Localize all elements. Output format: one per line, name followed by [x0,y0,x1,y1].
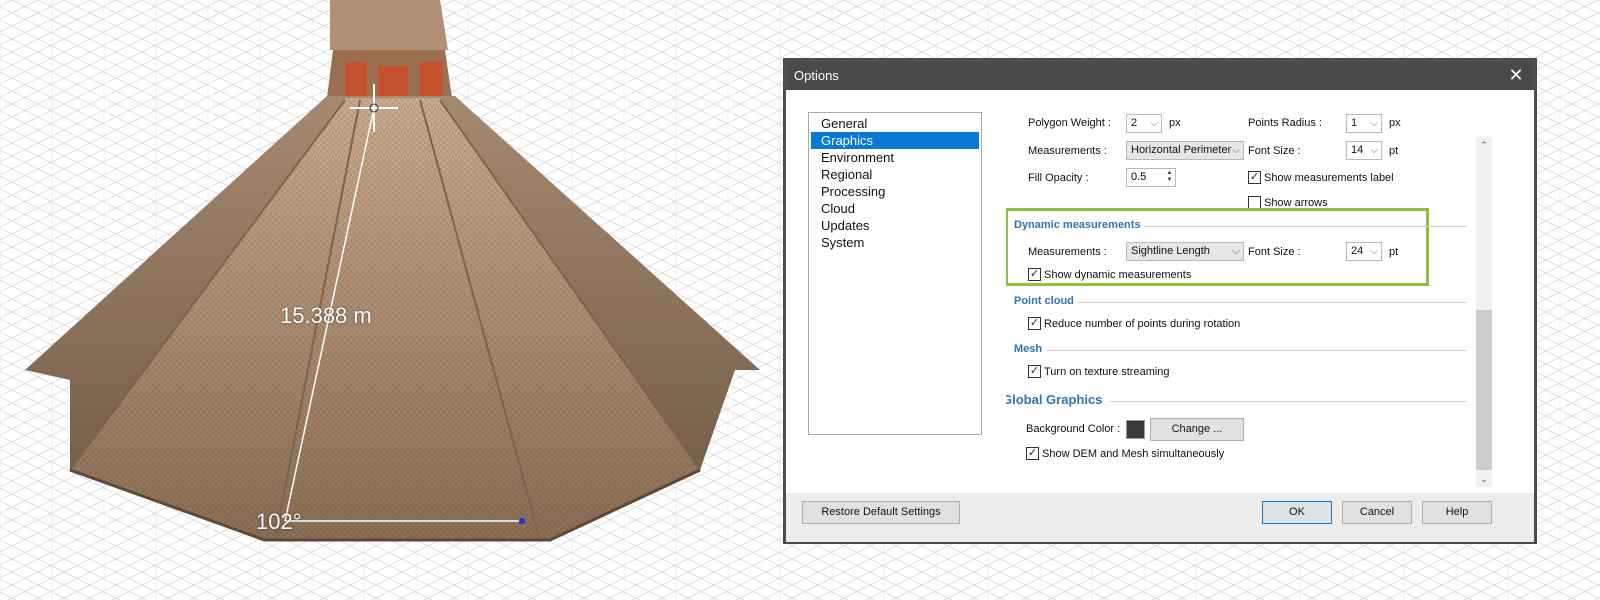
dynamic-measurements-select[interactable]: Sightline Length ⌵ [1126,242,1244,261]
show-dynamic-measurements-checkbox[interactable]: ✓ [1028,268,1041,281]
fill-opacity-value: 0.5 [1131,171,1147,183]
vent [378,66,408,98]
points-radius-select[interactable]: 1 ⌵ [1346,114,1382,133]
measure-point[interactable] [519,518,525,524]
chevron-down-icon: ⌵ [1370,145,1378,156]
dialog-title: Options [794,68,839,83]
reduce-points-text: Reduce number of points during rotation [1044,318,1241,330]
dynamic-font-size-select[interactable]: 24 ⌵ [1346,242,1382,261]
polygon-weight-value: 2 [1131,117,1138,129]
scroll-down-icon[interactable]: ⌄ [1476,471,1492,487]
nav-item-cloud[interactable]: Cloud [811,200,979,217]
ok-button[interactable]: OK [1262,501,1332,524]
polygon-font-size-label: Font Size : [1248,145,1301,157]
texture-streaming-text: Turn on texture streaming [1044,366,1170,378]
points-radius-label: Points Radius : [1248,117,1322,129]
points-radius-value: 1 [1351,117,1358,129]
nav-item-general[interactable]: General [811,115,979,132]
chevron-down-icon: ⌵ [1150,118,1158,129]
texture-streaming-checkbox[interactable]: ✓ [1028,365,1041,378]
dialog-content: General Graphics Environment Regional Proces… [786,90,1534,493]
scroll-up-icon[interactable]: ⌃ [1476,137,1492,153]
show-measurements-label-checkbox[interactable]: ✓ [1248,171,1261,184]
chevron-down-icon: ⌵ [1232,145,1240,156]
fill-opacity-spinner[interactable]: 0.5 ▲ ▼ [1126,168,1176,187]
graphics-panel: Polygon Weight : 2 ⌵ px Points Radius : 1… [1006,104,1506,487]
show-dynamic-measurements-text: Show dynamic measurements [1044,269,1192,281]
angle-label: 102° [256,509,302,534]
dynamic-font-size-unit: pt [1389,246,1399,258]
nav-item-graphics[interactable]: Graphics [811,132,979,149]
background-color-label: Background Color : [1026,423,1121,435]
dynamic-section-title: Dynamic measurements [1014,219,1141,231]
polygon-weight-select[interactable]: 2 ⌵ [1126,114,1162,133]
spire [330,0,448,50]
nav-item-environment[interactable]: Environment [811,149,979,166]
polygon-font-size-select[interactable]: 14 ⌵ [1346,141,1382,160]
points-radius-unit: px [1389,117,1401,129]
global-graphics-section-title: Global Graphics [1006,392,1103,407]
nav-item-system[interactable]: System [811,234,979,251]
mesh-section-title: Mesh [1014,343,1043,355]
nav-item-updates[interactable]: Updates [811,217,979,234]
restore-defaults-button[interactable]: Restore Default Settings [802,501,960,524]
cancel-button[interactable]: Cancel [1342,501,1412,524]
polygon-font-size-value: 14 [1351,144,1364,156]
nav-item-regional[interactable]: Regional [811,166,979,183]
show-measurements-label-text: Show measurements label [1264,172,1394,184]
show-dem-mesh-text: Show DEM and Mesh simultaneously [1042,448,1225,460]
polygon-weight-unit: px [1169,117,1181,129]
point-cloud-section-title: Point cloud [1014,295,1074,307]
polygon-weight-label: Polygon Weight : [1028,117,1111,129]
section-divider [1110,401,1466,402]
show-dem-mesh-checkbox[interactable]: ✓ [1026,447,1039,460]
category-list[interactable]: General Graphics Environment Regional Proces… [808,112,982,435]
fill-opacity-label: Fill Opacity : [1028,172,1089,184]
dynamic-measurements-label: Measurements : [1028,246,1107,258]
dialog-footer: Restore Default Settings OK Cancel Help [786,493,1534,542]
vertical-scrollbar[interactable]: ⌃ ⌄ [1476,137,1492,487]
scrollbar-thumb[interactable] [1476,310,1492,470]
change-color-button[interactable]: Change ... [1150,418,1244,441]
vent [345,62,367,96]
section-divider [1144,226,1466,227]
chevron-down-icon: ⌵ [1232,246,1240,257]
help-button[interactable]: Help [1422,501,1492,524]
dynamic-font-size-value: 24 [1351,245,1364,257]
options-dialog: Options ✕ General Graphics Environment Regi… [785,60,1535,542]
dynamic-measurements-value: Sightline Length [1131,245,1210,257]
chevron-down-icon: ⌵ [1370,246,1378,257]
section-divider [1046,350,1466,351]
vent [420,62,442,96]
background-color-swatch[interactable] [1126,420,1145,439]
close-icon[interactable]: ✕ [1498,61,1534,90]
nav-item-processing[interactable]: Processing [811,183,979,200]
spinner-arrows-icon[interactable]: ▲ ▼ [1165,170,1174,185]
polygon-measurements-label: Measurements : [1028,145,1107,157]
distance-label: 15.388 m [280,303,372,328]
dialog-titlebar[interactable]: Options ✕ [786,61,1534,90]
reduce-points-checkbox[interactable]: ✓ [1028,317,1041,330]
polygon-measurements-select[interactable]: Horizontal Perimeter ⌵ [1126,141,1244,160]
section-divider [1078,302,1466,303]
polygon-measurements-value: Horizontal Perimeter [1131,144,1232,156]
chevron-down-icon: ⌵ [1370,118,1378,129]
polygon-font-size-unit: pt [1389,145,1399,157]
dynamic-font-size-label: Font Size : [1248,246,1301,258]
